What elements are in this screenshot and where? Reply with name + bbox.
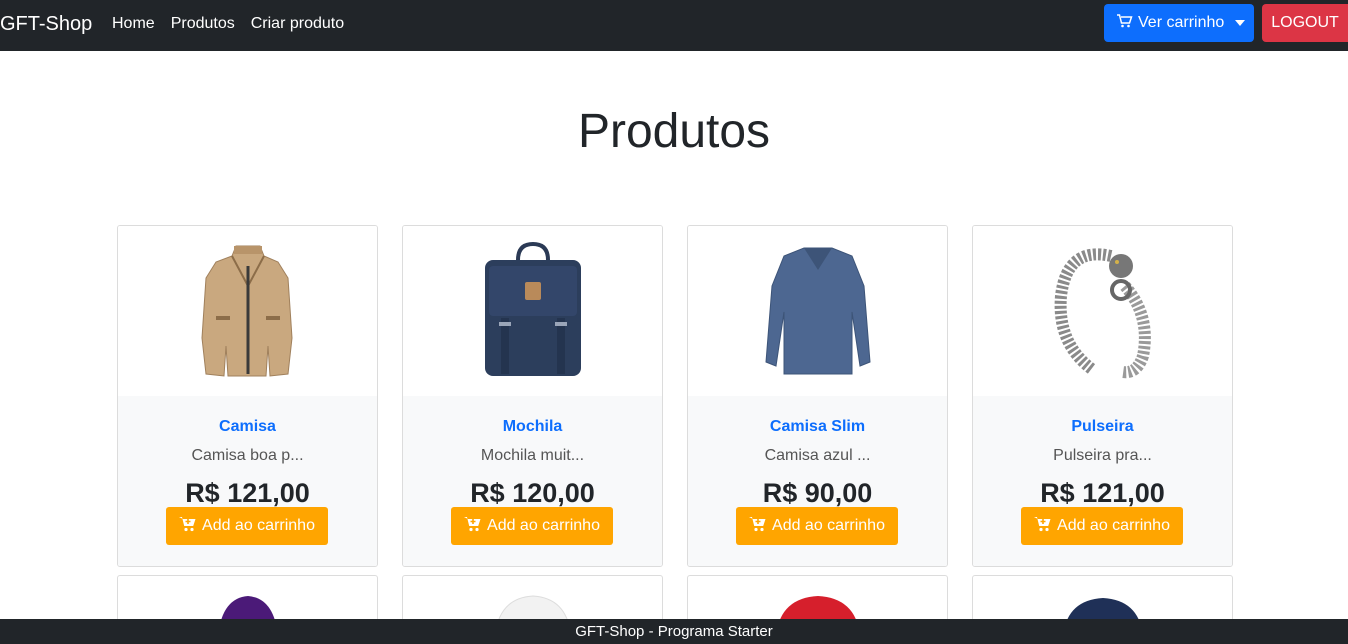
add-to-cart-button[interactable]: Add ao carrinho bbox=[451, 507, 613, 545]
product-card-body: Mochila Mochila muit... R$ 120,00 Add ao… bbox=[403, 396, 662, 566]
logout-button[interactable]: LOGOUT bbox=[1262, 4, 1348, 42]
add-to-cart-button[interactable]: Add ao carrinho bbox=[166, 507, 328, 545]
cart-plus-icon bbox=[179, 516, 197, 537]
product-image-bracelet bbox=[973, 226, 1232, 396]
product-name-link[interactable]: Camisa Slim bbox=[688, 417, 947, 437]
product-price: R$ 121,00 bbox=[185, 478, 310, 508]
nav-home-link[interactable]: Home bbox=[112, 14, 155, 34]
product-card: Camisa Slim Camisa azul ... R$ 90,00 Add… bbox=[687, 225, 948, 567]
product-price: R$ 121,00 bbox=[1040, 478, 1165, 508]
nav-produtos-link[interactable]: Produtos bbox=[171, 14, 235, 34]
product-description: Mochila muit... bbox=[480, 447, 585, 464]
product-name-link[interactable]: Camisa bbox=[118, 417, 377, 437]
product-card: Mochila Mochila muit... R$ 120,00 Add ao… bbox=[402, 225, 663, 567]
cart-button-label: Ver carrinho bbox=[1138, 14, 1225, 31]
product-card-body: Camisa Slim Camisa azul ... R$ 90,00 Add… bbox=[688, 396, 947, 566]
product-price: R$ 90,00 bbox=[762, 478, 873, 508]
add-to-cart-label: Add ao carrinho bbox=[202, 517, 315, 534]
product-image-jacket bbox=[118, 226, 377, 396]
product-price: R$ 120,00 bbox=[470, 478, 595, 508]
add-to-cart-label: Add ao carrinho bbox=[487, 517, 600, 534]
product-image-backpack bbox=[403, 226, 662, 396]
product-image-sweater bbox=[688, 226, 947, 396]
cart-dropdown-button[interactable]: Ver carrinho bbox=[1104, 4, 1254, 42]
product-card-body: Camisa Camisa boa p... R$ 121,00 Add ao … bbox=[118, 396, 377, 566]
product-description: Pulseira pra... bbox=[1053, 447, 1152, 464]
cart-plus-icon bbox=[749, 516, 767, 537]
add-to-cart-button[interactable]: Add ao carrinho bbox=[1021, 507, 1183, 545]
product-description: Camisa boa p... bbox=[191, 447, 304, 464]
cart-plus-icon bbox=[464, 516, 482, 537]
cart-plus-icon bbox=[1034, 516, 1052, 537]
add-to-cart-label: Add ao carrinho bbox=[772, 517, 885, 534]
footer: GFT-Shop - Programa Starter bbox=[0, 619, 1348, 644]
product-card-body: Pulseira Pulseira pra... R$ 121,00 Add a… bbox=[973, 396, 1232, 566]
caret-down-icon bbox=[1235, 20, 1246, 26]
nav-links: Home Produtos Criar produto bbox=[112, 14, 344, 34]
brand-link[interactable]: GFT-Shop bbox=[0, 11, 92, 37]
product-name-link[interactable]: Mochila bbox=[403, 417, 662, 437]
add-to-cart-label: Add ao carrinho bbox=[1057, 517, 1170, 534]
add-to-cart-button[interactable]: Add ao carrinho bbox=[736, 507, 898, 545]
page-title: Produtos bbox=[577, 105, 771, 158]
product-description: Camisa azul ... bbox=[764, 447, 871, 464]
cart-icon bbox=[1116, 13, 1133, 34]
nav-criar-produto-link[interactable]: Criar produto bbox=[251, 14, 344, 34]
product-card: Camisa Camisa boa p... R$ 121,00 Add ao … bbox=[117, 225, 378, 567]
navbar: GFT-Shop Home Produtos Criar produto Ver… bbox=[0, 0, 1348, 51]
product-name-link[interactable]: Pulseira bbox=[973, 417, 1232, 437]
product-card: Pulseira Pulseira pra... R$ 121,00 Add a… bbox=[972, 225, 1233, 567]
